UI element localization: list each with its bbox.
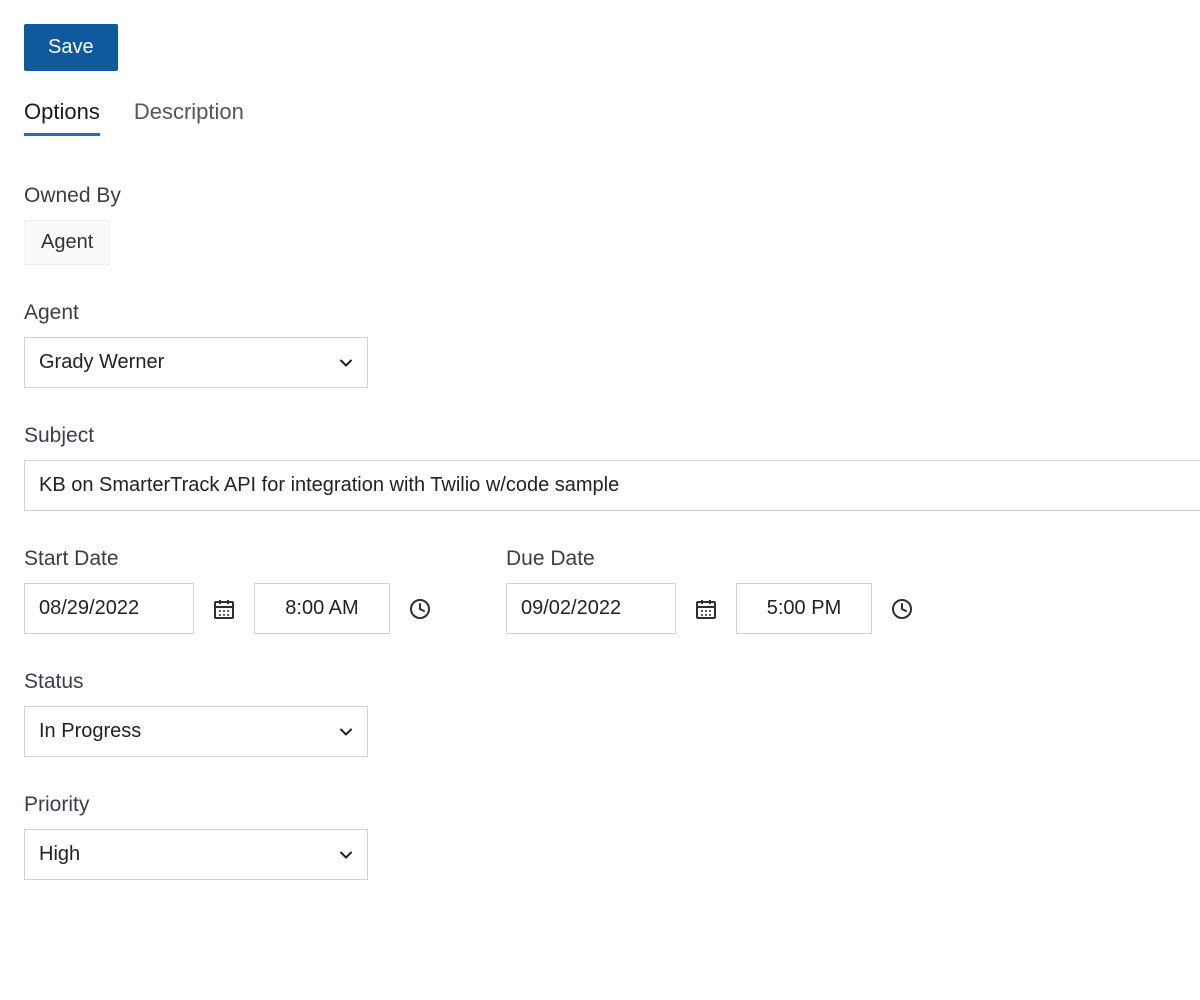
status-group: Status In Progress: [24, 670, 1176, 757]
start-date-inputs: [24, 583, 436, 634]
date-row: Start Date: [24, 547, 1176, 634]
status-label: Status: [24, 670, 1176, 694]
agent-group: Agent Grady Werner: [24, 301, 1176, 388]
priority-group: Priority High: [24, 793, 1176, 880]
tab-options[interactable]: Options: [24, 99, 100, 136]
agent-select-value: Grady Werner: [24, 337, 368, 388]
subject-label: Subject: [24, 424, 1176, 448]
owned-by-label: Owned By: [24, 184, 1176, 208]
start-time-clock-button[interactable]: [404, 593, 436, 625]
tab-description[interactable]: Description: [134, 99, 244, 136]
agent-select[interactable]: Grady Werner: [24, 337, 368, 388]
calendar-icon: [694, 597, 718, 621]
status-select[interactable]: In Progress: [24, 706, 368, 757]
start-date-input[interactable]: [24, 583, 194, 634]
subject-input[interactable]: [24, 460, 1200, 511]
owned-by-chip[interactable]: Agent: [24, 220, 110, 265]
priority-label: Priority: [24, 793, 1176, 817]
due-date-label: Due Date: [506, 547, 918, 571]
calendar-icon: [212, 597, 236, 621]
start-date-group: Start Date: [24, 547, 436, 634]
start-time-input[interactable]: [254, 583, 390, 634]
start-date-label: Start Date: [24, 547, 436, 571]
due-date-inputs: [506, 583, 918, 634]
tabs: Options Description: [24, 99, 1176, 136]
due-date-group: Due Date: [506, 547, 918, 634]
due-date-calendar-button[interactable]: [690, 593, 722, 625]
agent-label: Agent: [24, 301, 1176, 325]
priority-select-value: High: [24, 829, 368, 880]
start-date-calendar-button[interactable]: [208, 593, 240, 625]
options-form: Owned By Agent Agent Grady Werner Subjec…: [24, 184, 1176, 880]
clock-icon: [890, 597, 914, 621]
priority-select[interactable]: High: [24, 829, 368, 880]
status-select-value: In Progress: [24, 706, 368, 757]
save-button[interactable]: Save: [24, 24, 118, 71]
clock-icon: [408, 597, 432, 621]
subject-group: Subject: [24, 424, 1176, 511]
due-time-input[interactable]: [736, 583, 872, 634]
owned-by-group: Owned By Agent: [24, 184, 1176, 265]
due-time-clock-button[interactable]: [886, 593, 918, 625]
due-date-input[interactable]: [506, 583, 676, 634]
